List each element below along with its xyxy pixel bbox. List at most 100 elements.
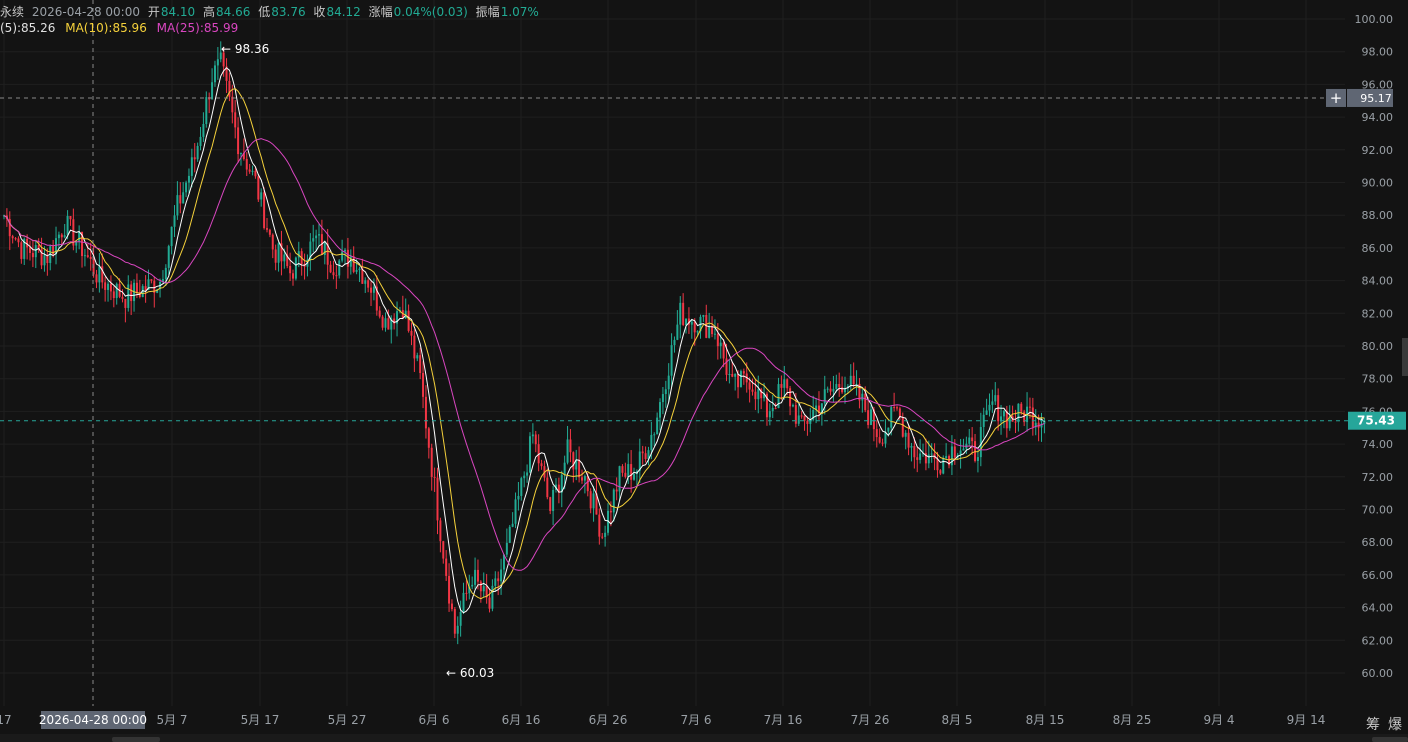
candle-body: [945, 456, 948, 459]
candle-body: [870, 409, 872, 425]
candle-body: [332, 272, 335, 276]
ma5-legend: (5):85.26: [0, 21, 56, 35]
candle-body: [60, 234, 63, 238]
candle-body: [176, 195, 179, 216]
candle-body: [86, 255, 89, 257]
candle-body: [182, 192, 185, 204]
candle-body: [780, 384, 783, 388]
candle-body: [916, 457, 919, 460]
candle-body: [124, 298, 127, 308]
x-tick-label: 9月 14: [1287, 713, 1326, 727]
candle-body: [786, 379, 789, 389]
candle-body: [927, 454, 930, 464]
candle-body: [979, 426, 982, 458]
candle-body: [679, 302, 682, 325]
candle-body: [367, 280, 370, 288]
ma25-legend: MA(25):85.99: [156, 21, 239, 35]
liquidation-button[interactable]: 爆: [1388, 714, 1402, 734]
candle-body: [265, 228, 268, 230]
current-price-label: 75.43: [1357, 414, 1395, 428]
candle-body: [875, 429, 878, 438]
x-tick-label: 7月 16: [764, 713, 803, 727]
candle-body: [109, 283, 112, 292]
candle-body: [205, 97, 208, 124]
side-collapse-handle[interactable]: [1402, 338, 1408, 376]
candle-body: [685, 318, 688, 325]
x-tick-label: 8月 25: [1113, 713, 1152, 727]
open-value: 84.10: [160, 5, 196, 19]
candle-body: [1014, 421, 1017, 423]
candle-body: [381, 316, 384, 328]
low-value: 83.76: [271, 5, 306, 19]
high-value: 84.66: [216, 5, 251, 19]
candle-body: [667, 375, 670, 390]
scrollbar-thumb-right[interactable]: [1372, 737, 1408, 742]
candle-body: [213, 65, 216, 83]
candle-body: [14, 238, 17, 240]
candle-body: [430, 447, 433, 477]
candle-body: [115, 283, 118, 299]
candle-body: [292, 273, 294, 279]
candle-body: [867, 410, 870, 425]
candle-body: [841, 387, 844, 393]
candle-body: [849, 375, 852, 386]
candle-body: [254, 170, 257, 177]
y-tick-label: 98.00: [1362, 46, 1394, 59]
candle-body: [757, 389, 760, 400]
candle-body: [953, 446, 956, 458]
candle-body: [130, 284, 133, 302]
candle-body: [500, 569, 503, 582]
candle-body: [422, 373, 425, 397]
candle-body: [612, 489, 615, 513]
candlestick-chart[interactable]: 100.0098.0096.0094.0092.0090.0088.0086.0…: [0, 0, 1408, 742]
candle-body: [609, 510, 612, 513]
candle-body: [190, 157, 193, 176]
candle-body: [237, 127, 240, 155]
chip-distribution-button[interactable]: 筹: [1366, 714, 1380, 734]
candle-body: [341, 251, 344, 261]
candle-body: [508, 526, 511, 543]
y-tick-label: 66.00: [1362, 569, 1394, 582]
candle-body: [78, 231, 81, 242]
candle-body: [505, 542, 508, 555]
candle-body: [991, 401, 994, 405]
candle-body: [791, 405, 794, 407]
candle-body: [107, 283, 110, 290]
ma25-line: [3, 138, 1045, 571]
candle-body: [245, 158, 248, 170]
candle-body: [549, 497, 552, 511]
candle-body: [601, 536, 604, 538]
amplitude-label: 振幅: [475, 5, 500, 19]
y-tick-label: 92.00: [1362, 144, 1394, 157]
candle-body: [248, 169, 251, 172]
candle-body: [624, 472, 627, 477]
candle-body: [346, 249, 349, 267]
candle-body: [959, 450, 962, 455]
candle-body: [511, 523, 514, 527]
ma10-line: [3, 88, 1045, 600]
x-tick-label: 9月 4: [1203, 713, 1234, 727]
y-tick-label: 100.00: [1355, 13, 1394, 26]
candle-body: [664, 389, 667, 395]
candle-body: [329, 264, 332, 273]
y-tick-label: 86.00: [1362, 242, 1394, 255]
candle-body: [112, 291, 115, 299]
y-tick-label: 84.00: [1362, 275, 1394, 288]
scrollbar-thumb[interactable]: [112, 737, 160, 742]
candle-body: [806, 420, 809, 424]
crosshair-date-label: 2026-04-28 00:00: [39, 713, 147, 727]
candle-body: [878, 437, 881, 443]
candle-body: [838, 383, 841, 388]
time-scrollbar[interactable]: [0, 734, 1408, 742]
candle-body: [83, 255, 86, 257]
candle-body: [826, 388, 829, 390]
candle-body: [378, 310, 381, 317]
candle-body: [433, 476, 436, 478]
candle-body: [514, 499, 517, 524]
candle-body: [370, 287, 373, 293]
candle-body: [904, 432, 907, 437]
candle-body: [569, 439, 572, 453]
x-tick-label: 7月 26: [851, 713, 890, 727]
candle-body: [338, 260, 341, 276]
candle-body: [656, 417, 659, 435]
